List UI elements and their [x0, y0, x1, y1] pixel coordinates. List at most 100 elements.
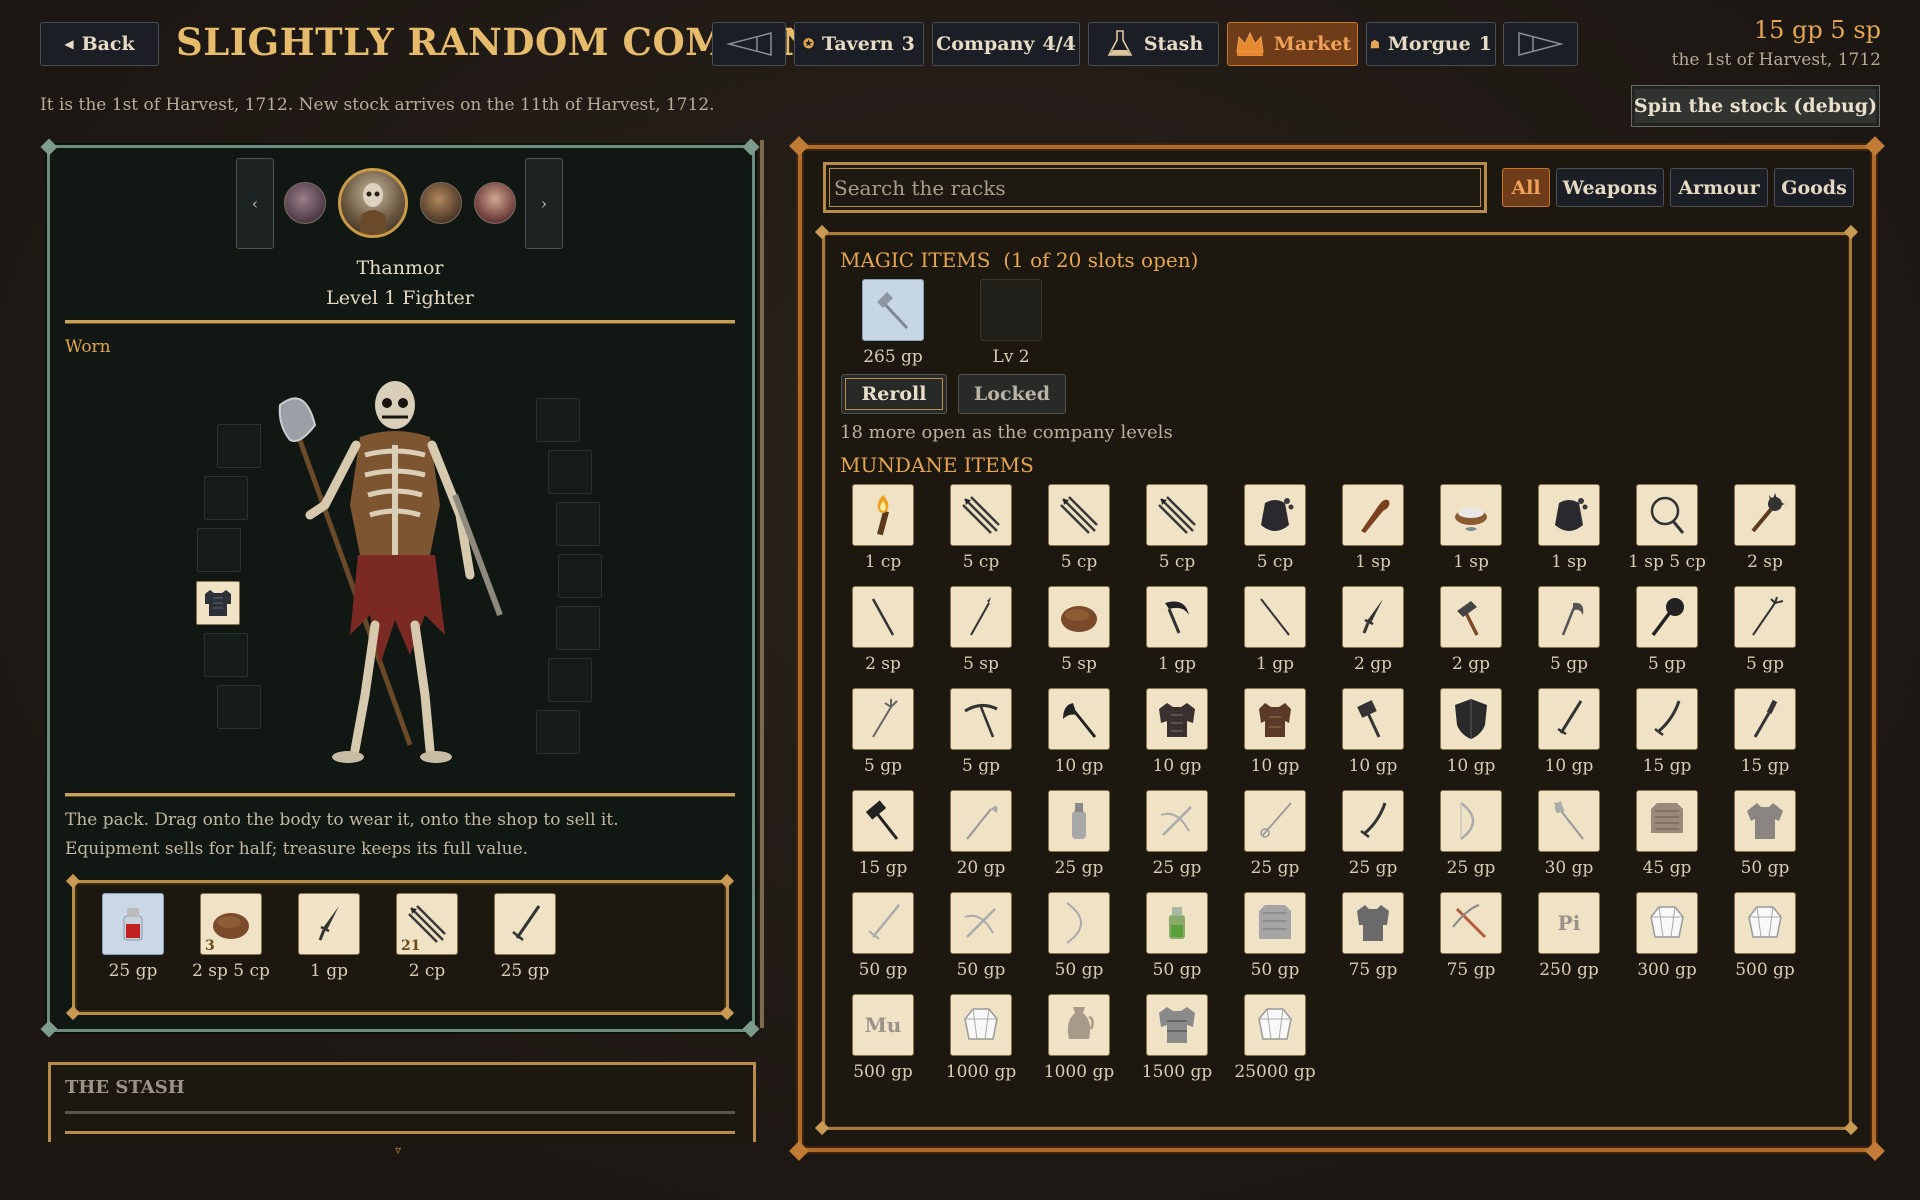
magic-item-hammer[interactable] — [862, 279, 924, 341]
shop-item[interactable] — [1146, 586, 1208, 648]
shop-item[interactable] — [950, 484, 1012, 546]
scroll-down-icon[interactable]: ▿ — [395, 1143, 401, 1157]
pack-item[interactable] — [494, 893, 556, 955]
morgue-label: Morgue — [1387, 33, 1471, 55]
shop-item[interactable] — [1440, 484, 1502, 546]
shop-item[interactable]: Mu — [852, 994, 914, 1056]
character-avatar[interactable] — [284, 182, 326, 224]
equip-slot[interactable] — [204, 633, 248, 677]
prev-screen-button[interactable] — [712, 22, 786, 66]
equip-slot[interactable] — [217, 685, 261, 729]
company-button[interactable]: Company 4/4 — [932, 22, 1080, 66]
pack-item[interactable] — [102, 893, 164, 955]
shop-item[interactable] — [1244, 688, 1306, 750]
shop-item[interactable] — [852, 688, 914, 750]
tavern-button[interactable]: ✪ Tavern 3 — [794, 22, 924, 66]
shop-item[interactable] — [950, 892, 1012, 954]
character-avatar[interactable] — [420, 182, 462, 224]
shop-item[interactable] — [950, 994, 1012, 1056]
shop-item[interactable] — [1342, 688, 1404, 750]
equip-slot[interactable] — [556, 606, 600, 650]
equip-slot[interactable] — [536, 710, 580, 754]
shop-item[interactable] — [1538, 586, 1600, 648]
item-price: 25 gp — [1250, 858, 1300, 878]
shop-item[interactable] — [1342, 484, 1404, 546]
shop-item[interactable] — [1146, 892, 1208, 954]
shop-item[interactable] — [1244, 994, 1306, 1056]
shop-item[interactable] — [1048, 994, 1110, 1056]
shop-item[interactable] — [1048, 892, 1110, 954]
shop-item[interactable] — [1636, 586, 1698, 648]
pack-item[interactable]: 3 — [200, 893, 262, 955]
shop-item[interactable] — [1146, 790, 1208, 852]
shop-item[interactable] — [852, 586, 914, 648]
shop-item[interactable] — [1342, 586, 1404, 648]
shop-item[interactable] — [1538, 688, 1600, 750]
next-screen-button[interactable] — [1503, 22, 1578, 66]
character-avatar-selected[interactable] — [338, 168, 408, 238]
shop-item[interactable] — [1244, 790, 1306, 852]
shop-item[interactable] — [950, 688, 1012, 750]
shop-item[interactable] — [1440, 790, 1502, 852]
equip-slot[interactable] — [217, 424, 261, 468]
shop-item[interactable] — [1538, 484, 1600, 546]
shop-item[interactable] — [852, 790, 914, 852]
shop-item[interactable] — [1734, 688, 1796, 750]
shop-item[interactable] — [1048, 586, 1110, 648]
character-avatar[interactable] — [474, 182, 516, 224]
shop-item[interactable]: Pi — [1538, 892, 1600, 954]
shop-item[interactable] — [1734, 790, 1796, 852]
shop-item[interactable] — [1538, 790, 1600, 852]
equip-slot[interactable] — [204, 476, 248, 520]
filter-goods-button[interactable]: Goods — [1774, 168, 1854, 207]
panel-scrollbar[interactable] — [760, 140, 764, 1028]
equip-slot[interactable] — [536, 398, 580, 442]
back-button[interactable]: ◀ Back — [40, 22, 159, 66]
filter-armour-button[interactable]: Armour — [1670, 168, 1768, 207]
shop-item[interactable] — [1244, 484, 1306, 546]
shop-item[interactable] — [1146, 484, 1208, 546]
stash-button[interactable]: Stash — [1088, 22, 1219, 66]
equip-slot[interactable] — [197, 528, 241, 572]
shop-item[interactable] — [1048, 688, 1110, 750]
equip-slot-chest[interactable] — [196, 581, 240, 625]
prev-character-button[interactable]: ‹ — [236, 158, 274, 249]
pack-item[interactable] — [298, 893, 360, 955]
filter-all-button[interactable]: All — [1502, 168, 1550, 207]
shop-item[interactable] — [1440, 688, 1502, 750]
shop-item[interactable] — [1342, 790, 1404, 852]
market-button[interactable]: Market — [1227, 22, 1358, 66]
shop-item[interactable] — [852, 892, 914, 954]
next-character-button[interactable]: › — [525, 158, 563, 249]
shop-item[interactable] — [1440, 892, 1502, 954]
shop-item[interactable] — [1636, 892, 1698, 954]
shop-item[interactable] — [950, 790, 1012, 852]
shop-item[interactable] — [1244, 892, 1306, 954]
shop-item[interactable] — [1146, 994, 1208, 1056]
reroll-button[interactable]: Reroll — [841, 374, 947, 414]
shop-item[interactable] — [852, 484, 914, 546]
shop-item[interactable] — [1342, 892, 1404, 954]
search-input[interactable] — [834, 171, 1474, 204]
shop-item[interactable] — [1734, 484, 1796, 546]
spin-stock-debug-button[interactable]: Spin the stock (debug) — [1631, 85, 1880, 127]
shop-item[interactable] — [1734, 586, 1796, 648]
item-price: 1 gp — [310, 961, 348, 981]
shop-item[interactable] — [1636, 790, 1698, 852]
shop-item[interactable] — [1244, 586, 1306, 648]
equip-slot[interactable] — [556, 502, 600, 546]
filter-weapons-button[interactable]: Weapons — [1556, 168, 1664, 207]
shop-item[interactable] — [1636, 688, 1698, 750]
shop-item[interactable] — [1048, 484, 1110, 546]
equip-slot[interactable] — [548, 658, 592, 702]
equip-slot[interactable] — [558, 554, 602, 598]
equip-slot[interactable] — [548, 450, 592, 494]
shop-item[interactable] — [1048, 790, 1110, 852]
shop-item[interactable] — [1734, 892, 1796, 954]
shop-item[interactable] — [950, 586, 1012, 648]
shop-item[interactable] — [1146, 688, 1208, 750]
morgue-button[interactable]: ☗ Morgue 1 — [1366, 22, 1496, 66]
pack-item[interactable]: 21 — [396, 893, 458, 955]
shop-item[interactable] — [1636, 484, 1698, 546]
shop-item[interactable] — [1440, 586, 1502, 648]
